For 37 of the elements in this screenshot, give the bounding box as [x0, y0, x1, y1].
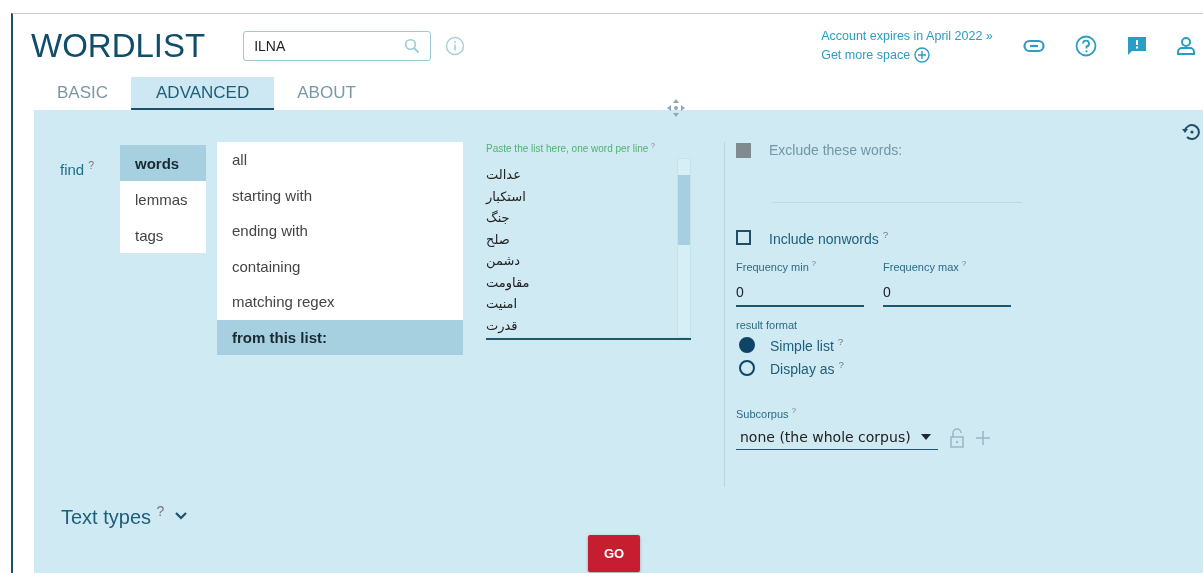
frequency-max-label: Frequency max $^{?}$ — [883, 258, 968, 273]
lock-icon[interactable] — [950, 427, 964, 448]
frequency-min-field[interactable]: 0 — [736, 284, 864, 308]
text-types-label[interactable]: Text types $^{?}$ — [61, 503, 165, 529]
radio-button[interactable] — [739, 359, 755, 376]
go-button[interactable]: GO — [587, 534, 641, 572]
reset-icon[interactable] — [1181, 122, 1201, 142]
user-icon[interactable] — [1176, 36, 1195, 56]
tab[interactable]: ADVANCED — [131, 77, 275, 110]
word-list-label: Paste the list here, one word per line $^{?}$ — [486, 142, 656, 155]
caret-icon[interactable] — [920, 434, 931, 441]
radio-button[interactable] — [739, 337, 755, 354]
include-nonwords-label: Include nonwords $^{?}$ — [769, 229, 889, 247]
search-icon[interactable] — [404, 38, 421, 54]
subcorpus-label: Subcorpus $^{?}$ — [736, 405, 797, 420]
radio-label: Simple list $^{?}$ — [770, 336, 844, 354]
find-label: find $^{?}$ — [60, 159, 96, 178]
result-format-label: result format — [736, 319, 799, 332]
plus-circle-icon[interactable] — [914, 47, 931, 63]
chevron-down-icon[interactable] — [174, 510, 189, 521]
search-field[interactable]: ILNA — [243, 31, 432, 61]
help-icon[interactable] — [1074, 35, 1097, 57]
exclude-label: Exclude these words: — [769, 142, 903, 158]
move-icon[interactable] — [666, 98, 686, 118]
radio-label: Display as $^{?}$ — [770, 358, 844, 377]
feedback-icon[interactable] — [1126, 36, 1147, 56]
info-icon[interactable] — [445, 36, 466, 56]
frequency-min-label: Frequency min $^{?}$ — [736, 258, 818, 273]
frequency-max-field[interactable]: 0 — [883, 284, 1011, 308]
word-list-textarea[interactable]: عدالت استکبار جنگ صلح دشمن مقاومت امنیت قدرت — [486, 158, 691, 341]
scrollbar[interactable] — [677, 158, 691, 339]
match-mode-option[interactable]: from this list: — [217, 319, 463, 355]
app-title: WORDLIST — [31, 27, 206, 65]
link-icon[interactable] — [1022, 39, 1045, 53]
checkbox[interactable] — [736, 230, 751, 246]
find-type-option[interactable]: words — [120, 145, 206, 181]
subcorpus-select[interactable]: none (the whole corpus) — [736, 425, 938, 451]
